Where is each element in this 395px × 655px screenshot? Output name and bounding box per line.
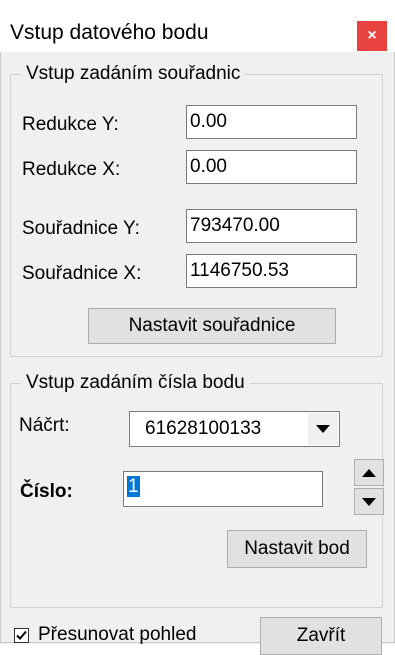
number-input-value: 1 xyxy=(127,476,140,497)
number-input[interactable]: 1 xyxy=(123,471,323,507)
set-point-button[interactable]: Nastavit bod xyxy=(227,530,367,568)
checkmark-icon xyxy=(16,630,27,640)
sketch-combobox-value: 61628100133 xyxy=(145,418,262,439)
window-title: Vstup datového bodu xyxy=(10,21,209,44)
sketch-label: Náčrt: xyxy=(19,415,70,436)
reduction-y-input[interactable] xyxy=(186,105,357,139)
number-label: Číslo: xyxy=(20,481,73,502)
reduction-x-input[interactable] xyxy=(186,150,357,184)
title-bar[interactable]: Vstup datového bodu × xyxy=(0,0,395,52)
coord-x-label: Souřadnice X: xyxy=(22,263,142,284)
move-view-checkbox[interactable] xyxy=(14,628,29,643)
chevron-down-icon xyxy=(316,425,330,433)
coord-x-input[interactable] xyxy=(186,254,357,288)
point-group-legend: Vstup zadáním čísla bodu xyxy=(21,372,250,394)
arrow-down-icon xyxy=(362,497,376,506)
reduction-x-label: Redukce X: xyxy=(22,159,121,180)
close-icon: × xyxy=(367,27,377,44)
coord-y-input[interactable] xyxy=(186,209,357,243)
dialog-window: Vstup datového bodu × Vstup zadáním souř… xyxy=(0,0,395,655)
sketch-dropdown-button[interactable] xyxy=(308,413,338,445)
reduction-y-label: Redukce Y: xyxy=(22,114,119,135)
close-window-button[interactable]: × xyxy=(357,21,387,51)
coord-y-label: Souřadnice Y: xyxy=(22,218,140,239)
arrow-up-icon xyxy=(362,468,376,477)
coords-group-legend: Vstup zadáním souřadnic xyxy=(21,63,246,85)
move-view-label[interactable]: Přesunovat pohled xyxy=(38,624,196,646)
spin-down-button[interactable] xyxy=(354,488,384,515)
spin-up-button[interactable] xyxy=(354,459,384,486)
close-button[interactable]: Zavřít xyxy=(260,617,382,655)
set-coordinates-button[interactable]: Nastavit souřadnice xyxy=(88,308,336,344)
sketch-combobox[interactable]: 61628100133 xyxy=(129,411,340,447)
